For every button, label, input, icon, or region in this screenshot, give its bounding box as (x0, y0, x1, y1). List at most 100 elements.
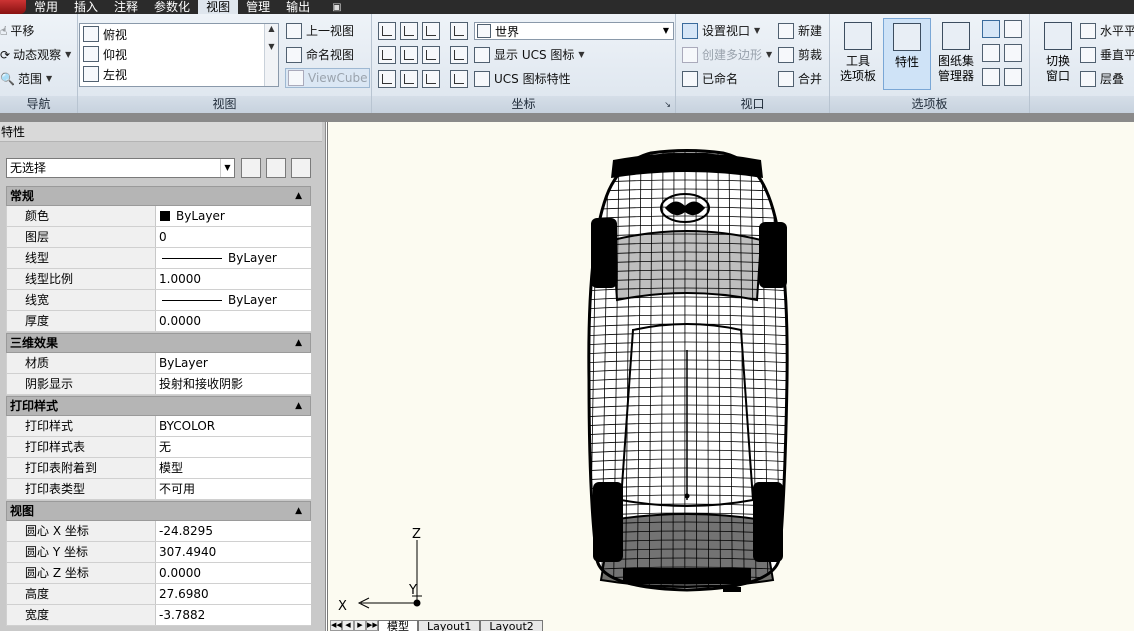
switch-windows-button[interactable]: 切换 窗口 (1034, 18, 1082, 90)
property-row[interactable]: 线型 ByLayer (6, 248, 311, 269)
section-plot-style[interactable]: 打印样式 ▲ (6, 396, 311, 416)
application-button[interactable] (0, 0, 26, 14)
property-row[interactable]: 圆心 Y 坐标 307.4940 (6, 542, 311, 563)
collapse-icon[interactable]: ▲ (295, 502, 302, 520)
tab-next-icon[interactable]: ▶ (354, 620, 366, 631)
named-viewports-icon (682, 70, 698, 87)
color-swatch (160, 211, 170, 221)
viewcube-button[interactable]: ViewCube (285, 68, 371, 88)
section-general[interactable]: 常规 ▲ (6, 186, 311, 206)
show-ucs-icon-button[interactable]: 显示 UCS 图标 ▼ (474, 46, 585, 63)
ucs-zaxis-icon[interactable] (450, 46, 468, 64)
property-row[interactable]: 打印样式表无 (6, 437, 311, 458)
tab-model[interactable]: 模型 (378, 620, 418, 631)
clip-viewport-button[interactable]: 剪裁 (778, 46, 822, 63)
ucs-icon-properties-button[interactable]: UCS 图标特性 (474, 70, 571, 87)
cube-icon (83, 46, 99, 62)
view-item-top[interactable]: 俯视 (80, 24, 278, 44)
ucs-view-icon[interactable] (378, 70, 396, 88)
properties-button[interactable]: 特性 (883, 18, 931, 90)
create-polygon-button[interactable]: 创建多边形 ▼ (682, 46, 772, 63)
layer-manager-icon[interactable] (1004, 68, 1022, 86)
join-viewports-button[interactable]: 合并 (778, 70, 822, 87)
command-line-icon[interactable] (982, 20, 1000, 38)
calculator-icon[interactable] (1004, 44, 1022, 62)
markup-icon[interactable] (982, 44, 1000, 62)
collapse-icon[interactable]: ▲ (295, 397, 302, 415)
ucs-3point-icon[interactable] (422, 22, 440, 40)
property-row[interactable]: 材质 ByLayer (6, 353, 311, 374)
new-viewport-button[interactable]: 新建 (778, 22, 822, 39)
property-row[interactable]: 线宽 ByLayer (6, 290, 311, 311)
ucs-object-icon[interactable] (400, 70, 418, 88)
panel-launcher-icon[interactable]: ↘ (664, 96, 671, 113)
menu-manage[interactable]: 管理 (238, 0, 278, 14)
orbit-button[interactable]: ⟳ 动态观察 ▼ (0, 46, 71, 63)
tile-vertical-button[interactable]: 垂直平 (1080, 46, 1134, 63)
ucs-previous-icon[interactable] (450, 70, 468, 88)
cascade-button[interactable]: 层叠 (1080, 70, 1124, 87)
property-row[interactable]: 厚度 0.0000 (6, 311, 311, 332)
ucs-y-icon[interactable] (400, 46, 418, 64)
property-row[interactable]: 打印表附着到 模型 (6, 458, 311, 479)
collapse-icon[interactable]: ▲ (295, 334, 302, 352)
ucs-x-icon[interactable] (378, 46, 396, 64)
set-viewport-button[interactable]: 设置视口 ▼ (682, 22, 760, 39)
palette-small-row-1 (982, 20, 1026, 38)
ucs-world-icon[interactable] (450, 22, 468, 40)
ucs-icon[interactable] (378, 22, 396, 40)
view-list-scrollbar[interactable]: ▲ ▼ (264, 24, 278, 86)
view-item-left[interactable]: 左视 (80, 64, 278, 84)
design-center-icon[interactable] (1004, 20, 1022, 38)
ucs-z-icon[interactable] (422, 46, 440, 64)
linetype-sample (162, 257, 222, 259)
ucs-origin-icon[interactable] (400, 22, 418, 40)
property-row[interactable]: 圆心 Z 坐标 0.0000 (6, 563, 311, 584)
chevron-down-icon: ▼ (220, 159, 234, 177)
ucs-combo[interactable]: 世界 ▼ (474, 22, 674, 40)
section-3d-effects[interactable]: 三维效果 ▲ (6, 333, 311, 353)
dbconnect-icon[interactable] (982, 68, 1000, 86)
tab-prev-icon[interactable]: ◀ (342, 620, 354, 631)
section-view[interactable]: 视图 ▲ (6, 501, 311, 521)
collapse-icon[interactable]: ▲ (295, 187, 302, 205)
view-item-bottom[interactable]: 仰视 (80, 44, 278, 64)
tab-last-icon[interactable]: ▶▶ (366, 620, 378, 631)
named-view-icon (286, 46, 302, 63)
select-objects-icon[interactable] (266, 158, 286, 178)
property-row[interactable]: 阴影显示 投射和接收阴影 (6, 374, 311, 395)
menu-insert[interactable]: 插入 (66, 0, 106, 14)
property-row[interactable]: 打印表类型 不可用 (6, 479, 311, 500)
selection-dropdown[interactable]: 无选择 ▼ (6, 158, 235, 178)
property-row[interactable]: 圆心 X 坐标 -24.8295 (6, 521, 311, 542)
property-row[interactable]: 高度 27.6980 (6, 584, 311, 605)
menu-parametric[interactable]: 参数化 (146, 0, 198, 14)
property-row[interactable]: 图层 0 (6, 227, 311, 248)
named-view-button[interactable]: 命名视图 (286, 46, 354, 63)
tab-layout2[interactable]: Layout2 (480, 620, 543, 631)
drawing-canvas[interactable]: Z X Y (327, 122, 1134, 631)
tab-layout1[interactable]: Layout1 (418, 620, 481, 631)
quick-select-icon[interactable] (291, 158, 311, 178)
view-list[interactable]: 俯视 仰视 左视 ▲ ▼ (79, 23, 279, 87)
extents-button[interactable]: 🔍 范围 ▼ (0, 70, 52, 87)
property-row[interactable]: 线型比例 1.0000 (6, 269, 311, 290)
previous-view-button[interactable]: 上一视图 (286, 22, 354, 39)
menu-output[interactable]: 输出 (278, 0, 318, 14)
menu-annotate[interactable]: 注释 (106, 0, 146, 14)
ribbon-minimize-icon[interactable]: ▣ (332, 2, 341, 13)
toggle-pickadd-icon[interactable] (241, 158, 261, 178)
ucs-face-icon[interactable] (422, 70, 440, 88)
tile-horizontal-button[interactable]: 水平平 (1080, 22, 1134, 39)
pan-button[interactable]: ☝ 平移 (0, 22, 34, 39)
property-row[interactable]: 打印样式 BYCOLOR (6, 416, 311, 437)
property-row[interactable]: 颜色 ByLayer (6, 206, 311, 227)
menu-view[interactable]: 视图 (198, 0, 239, 14)
tool-palettes-button[interactable]: 工具 选项板 (834, 18, 882, 90)
sheet-set-icon (942, 22, 970, 50)
sheet-set-manager-button[interactable]: 图纸集 管理器 (932, 18, 980, 90)
tab-first-icon[interactable]: ◀◀ (330, 620, 342, 631)
menu-home[interactable]: 常用 (26, 0, 66, 14)
named-viewports-button[interactable]: 已命名 (682, 70, 738, 87)
property-row[interactable]: 宽度 -3.7882 (6, 605, 311, 626)
